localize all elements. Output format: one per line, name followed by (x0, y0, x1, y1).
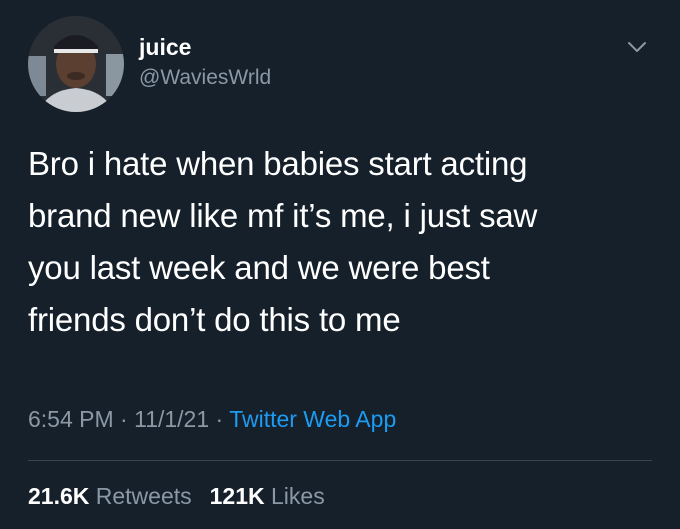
retweets-stat[interactable]: 21.6K Retweets (28, 483, 192, 509)
tweet-stats: 21.6K Retweets 121K Likes (28, 481, 325, 511)
display-name[interactable]: juice (139, 33, 191, 61)
divider (28, 460, 652, 461)
user-handle[interactable]: @WaviesWrld (139, 65, 271, 91)
avatar[interactable] (28, 16, 124, 112)
meta-separator: · (120, 406, 128, 432)
likes-stat[interactable]: 121K Likes (210, 483, 325, 509)
tweet-date[interactable]: 11/1/21 (134, 406, 209, 432)
tweet-text: Bro i hate when babies start acting bran… (28, 145, 538, 338)
meta-separator: · (215, 406, 224, 432)
retweets-count: 21.6K (28, 483, 90, 509)
tweet-source-link[interactable]: Twitter Web App (229, 406, 396, 432)
chevron-down-icon[interactable] (625, 38, 649, 56)
likes-count: 121K (209, 483, 265, 509)
avatar-image (28, 16, 124, 112)
tweet-time[interactable]: 6:54 PM (28, 406, 114, 432)
tweet-meta: 6:54 PM · 11/1/21 · Twitter Web App (28, 404, 396, 434)
retweets-label: Retweets (95, 483, 192, 509)
likes-label: Likes (271, 483, 325, 509)
